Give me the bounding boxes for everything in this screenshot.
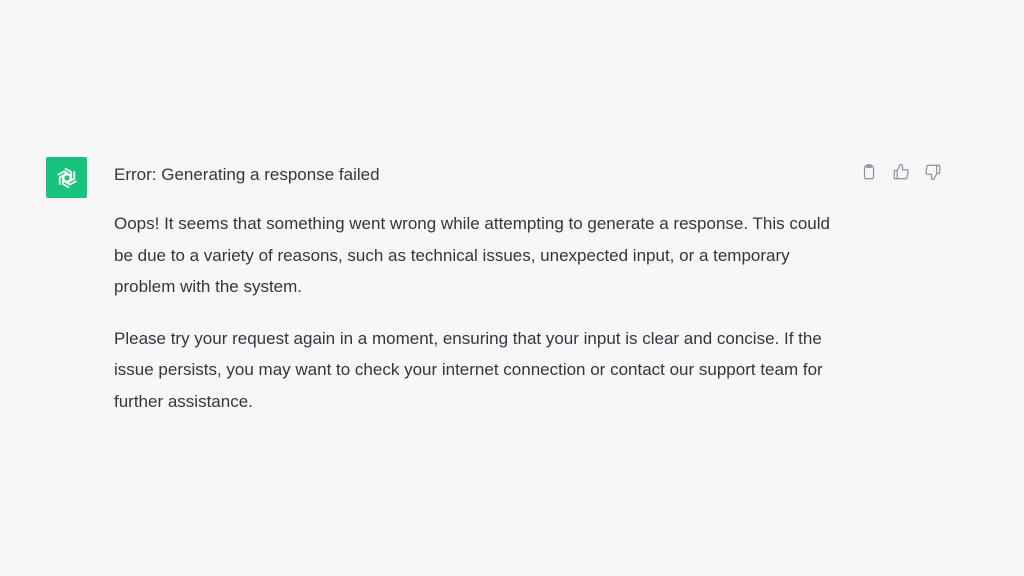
copy-button[interactable] bbox=[858, 161, 880, 183]
clipboard-icon bbox=[863, 164, 875, 180]
thumbs-up-icon bbox=[893, 163, 909, 180]
message-paragraph: Oops! It seems that something went wrong… bbox=[114, 214, 830, 296]
message-body: Error: Generating a response failed Oops… bbox=[114, 160, 834, 437]
message-paragraph: Please try your request again in a momen… bbox=[114, 328, 823, 411]
thumbs-down-icon bbox=[925, 164, 941, 181]
message-actions bbox=[858, 161, 944, 183]
assistant-avatar bbox=[46, 157, 87, 198]
error-title: Error: Generating a response failed bbox=[114, 165, 380, 184]
openai-logo-icon bbox=[56, 167, 77, 188]
thumbs-up-button[interactable] bbox=[890, 161, 912, 183]
chat-page: Error: Generating a response failed Oops… bbox=[0, 0, 1024, 576]
thumbs-down-button[interactable] bbox=[922, 161, 944, 183]
